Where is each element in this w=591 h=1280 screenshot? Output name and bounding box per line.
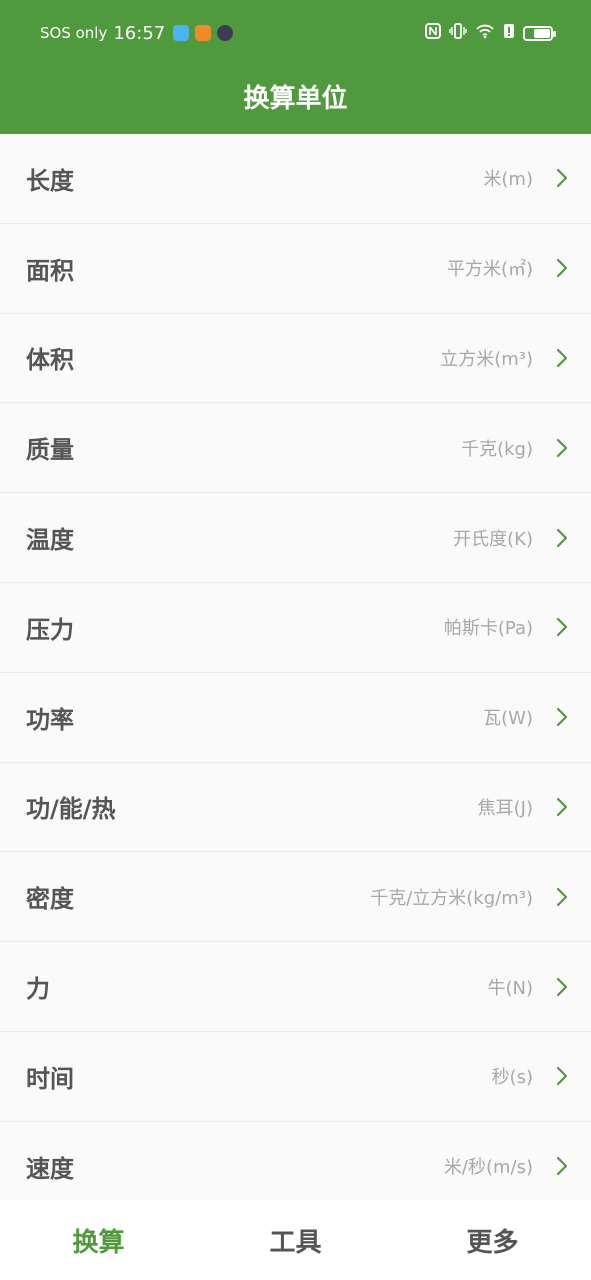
unit-name: 功/能/热 (26, 795, 116, 824)
unit-row[interactable]: 速度 米/秒(m/s) (0, 1121, 591, 1200)
unit-name: 压力 (26, 615, 74, 644)
unit-row[interactable]: 密度 千克/立方米(kg/m³) (0, 852, 591, 943)
unit-row[interactable]: 体积 立方米(m³) (0, 313, 591, 404)
unit-row[interactable]: 力 牛(N) (0, 942, 591, 1032)
chevron-right-icon (556, 438, 568, 457)
chevron-right-icon (556, 977, 568, 996)
unit-base-value: 秒(s) (491, 1067, 533, 1089)
unit-base-value: 米(m) (483, 169, 533, 191)
battery-icon (523, 25, 556, 41)
unit-base-value: 帕斯卡(Pa) (443, 618, 533, 640)
alert-icon (503, 23, 515, 43)
app-header: SOS only 16:57 换算单位 (0, 0, 591, 134)
network-status: SOS only (40, 24, 108, 42)
unit-row[interactable]: 质量 千克(kg) (0, 403, 591, 494)
unit-name: 密度 (26, 885, 74, 914)
unit-row[interactable]: 温度 开氏度(K) (0, 493, 591, 583)
chevron-right-icon (556, 169, 568, 188)
unit-row[interactable]: 长度 米(m) (0, 134, 591, 224)
unit-base-value: 平方米(㎡) (446, 259, 533, 281)
unit-name: 力 (26, 975, 50, 1004)
chevron-right-icon (556, 528, 568, 547)
unit-base-value: 牛(N) (487, 977, 533, 999)
chevron-right-icon (556, 797, 568, 817)
status-right (417, 23, 556, 43)
unit-row[interactable]: 时间 秒(s) (0, 1031, 591, 1122)
status-left: SOS only 16:57 (40, 23, 239, 44)
unit-base-value: 瓦(W) (483, 708, 533, 730)
weather-app-icon (173, 25, 190, 41)
reading-app-icon (195, 25, 212, 41)
avatar-app-icon (217, 25, 234, 41)
page-title: 换算单位 (243, 83, 348, 114)
tab-1[interactable]: 工具 (197, 1222, 394, 1259)
unit-row[interactable]: 压力 帕斯卡(Pa) (0, 582, 591, 673)
nfc-icon (425, 23, 441, 43)
unit-row[interactable]: 面积 平方米(㎡) (0, 223, 591, 314)
chevron-right-icon (556, 348, 568, 368)
unit-name: 长度 (26, 166, 74, 195)
chevron-right-icon (556, 259, 568, 278)
chevron-right-icon (556, 708, 568, 727)
unit-name: 体积 (26, 346, 74, 375)
chevron-right-icon (556, 1157, 568, 1176)
bottom-tab-bar: 换算 工具 更多 (0, 1200, 591, 1280)
unit-name: 功率 (26, 705, 74, 734)
unit-base-value: 开氏度(K) (453, 528, 533, 550)
unit-base-value: 立方米(m³) (440, 348, 533, 370)
chevron-right-icon (556, 887, 568, 906)
tab-2[interactable]: 更多 (394, 1222, 591, 1259)
tab-0[interactable]: 换算 (0, 1222, 197, 1259)
unit-base-value: 米/秒(m/s) (443, 1157, 533, 1179)
wifi-icon (475, 23, 495, 43)
vibrate-icon (449, 23, 467, 43)
status-bar: SOS only 16:57 (0, 0, 591, 66)
unit-list: 长度 米(m) 面积 平方米(㎡) 体积 立方米(m³) 质量 千克(kg) 温度 开氏度(K) 压… (0, 134, 591, 1200)
unit-name: 时间 (26, 1064, 74, 1093)
unit-base-value: 千克/立方米(kg/m³) (370, 887, 533, 909)
chevron-right-icon (556, 618, 568, 637)
unit-name: 质量 (26, 436, 74, 465)
unit-base-value: 焦耳(J) (477, 797, 533, 819)
unit-base-value: 千克(kg) (461, 438, 533, 460)
unit-row[interactable]: 功率 瓦(W) (0, 672, 591, 763)
unit-name: 面积 (26, 256, 74, 285)
unit-name: 速度 (26, 1154, 74, 1183)
status-time: 16:57 (113, 22, 166, 44)
unit-name: 温度 (26, 526, 74, 555)
chevron-right-icon (556, 1067, 568, 1086)
battery-fill (534, 28, 550, 38)
unit-row[interactable]: 功/能/热 焦耳(J) (0, 762, 591, 853)
